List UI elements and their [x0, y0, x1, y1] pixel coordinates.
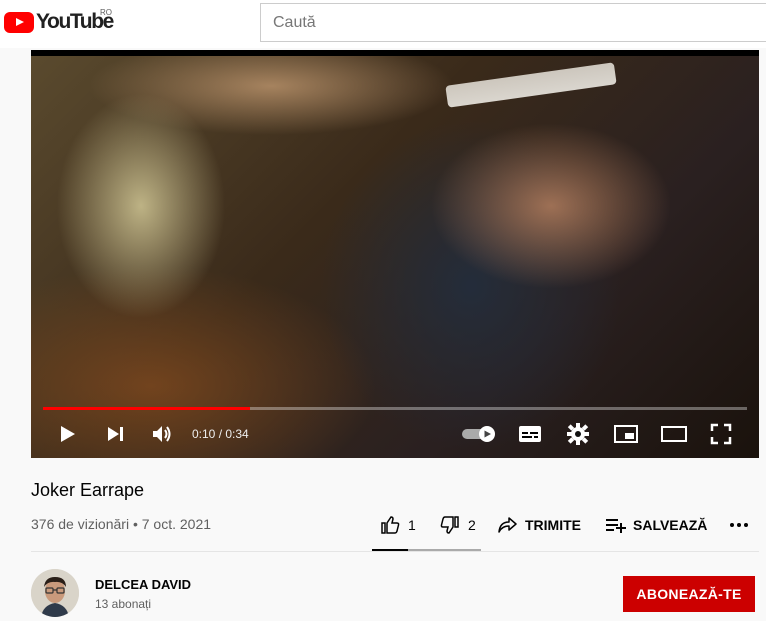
- play-button[interactable]: [54, 422, 80, 446]
- autoplay-toggle-icon: [462, 426, 495, 442]
- channel-name[interactable]: DELCEA DAVID: [95, 577, 191, 592]
- settings-button[interactable]: [565, 422, 591, 446]
- youtube-logo[interactable]: YouTube: [4, 10, 114, 34]
- miniplayer-button[interactable]: [613, 422, 639, 446]
- save-icon: [606, 519, 626, 533]
- subtitles-button[interactable]: [517, 422, 543, 446]
- dislike-button[interactable]: 2: [440, 515, 476, 535]
- country-code: RO: [100, 8, 112, 17]
- channel-avatar[interactable]: [31, 569, 79, 617]
- search-input[interactable]: [261, 4, 766, 41]
- play-icon: [61, 426, 75, 442]
- subtitles-icon: [519, 426, 541, 442]
- volume-button[interactable]: [149, 422, 175, 446]
- more-actions-button[interactable]: [729, 515, 749, 535]
- subscribe-button[interactable]: ABONEAZĂ-TE: [623, 576, 755, 612]
- like-button[interactable]: 1: [380, 515, 416, 535]
- avatar-image: [31, 569, 79, 617]
- video-player[interactable]: 0:10 / 0:34: [31, 50, 759, 458]
- share-button[interactable]: TRIMITE: [497, 515, 581, 535]
- dislike-icon: [440, 516, 459, 534]
- save-button[interactable]: SALVEAZĂ: [605, 515, 707, 535]
- more-icon: [730, 523, 748, 527]
- share-icon: [498, 517, 517, 533]
- player-controls: 0:10 / 0:34: [31, 416, 759, 452]
- video-frame[interactable]: [31, 56, 759, 458]
- save-label: SALVEAZĂ: [633, 517, 708, 533]
- divider: [31, 551, 759, 552]
- fullscreen-icon: [710, 423, 732, 445]
- share-label: TRIMITE: [525, 517, 581, 533]
- miniplayer-icon: [614, 425, 638, 443]
- time-display: 0:10 / 0:34: [192, 427, 249, 441]
- search-box[interactable]: [260, 3, 766, 42]
- dislike-count: 2: [468, 517, 476, 533]
- progress-bar[interactable]: [43, 407, 747, 410]
- like-icon: [381, 516, 400, 534]
- autoplay-toggle[interactable]: [461, 422, 497, 446]
- next-button[interactable]: [102, 422, 128, 446]
- like-count: 1: [408, 517, 416, 533]
- volume-icon: [153, 426, 171, 442]
- theater-mode-button[interactable]: [661, 422, 687, 446]
- video-meta: 376 de vizionări • 7 oct. 2021: [31, 516, 212, 532]
- video-title: Joker Earrape: [31, 480, 145, 500]
- next-icon: [108, 427, 123, 441]
- youtube-logo-icon: [4, 11, 34, 33]
- top-bar: YouTube RO: [0, 0, 766, 48]
- subscriber-count: 13 abonați: [95, 597, 152, 611]
- settings-icon: [567, 423, 589, 445]
- video-content-detail: [445, 62, 617, 108]
- theater-icon: [661, 426, 687, 442]
- fullscreen-button[interactable]: [708, 422, 734, 446]
- progress-fill: [43, 407, 250, 410]
